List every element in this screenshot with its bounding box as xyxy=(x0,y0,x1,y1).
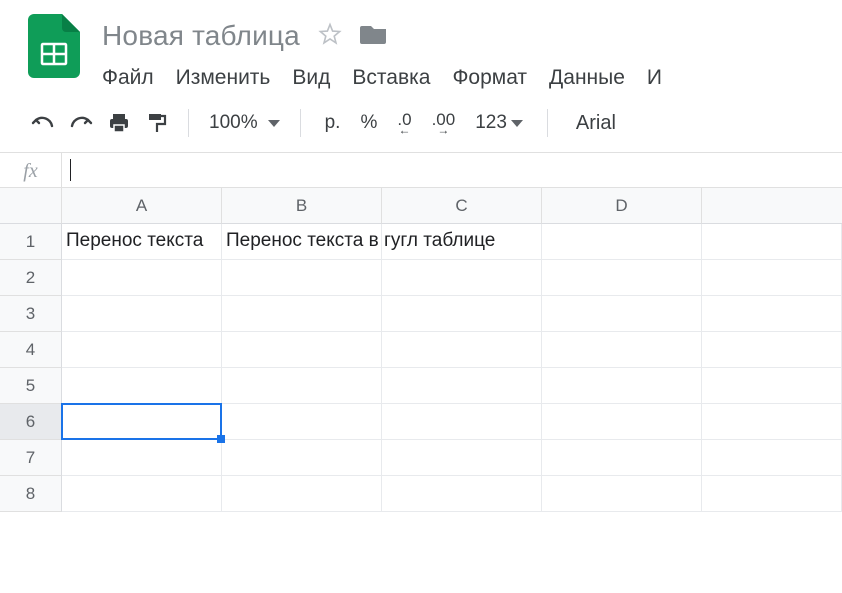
column-header-C[interactable]: C xyxy=(382,188,542,224)
format-percent-button[interactable]: % xyxy=(350,108,387,138)
title-area: Новая таблица Файл Изменить Вид Вставка … xyxy=(102,14,662,90)
cell-A6[interactable] xyxy=(62,404,222,440)
cell-E8[interactable] xyxy=(702,476,842,512)
cell-D5[interactable] xyxy=(542,368,702,404)
chevron-down-icon xyxy=(511,120,523,127)
toolbar: 100% р. % .0← .00→ 123 Arial xyxy=(0,90,842,152)
cell-A2[interactable] xyxy=(62,260,222,296)
formula-input[interactable] xyxy=(62,153,842,187)
cell-E7[interactable] xyxy=(702,440,842,476)
cell-E2[interactable] xyxy=(702,260,842,296)
menu-file[interactable]: Файл xyxy=(102,66,154,90)
folder-icon[interactable] xyxy=(360,22,388,51)
toolbar-separator xyxy=(188,109,189,137)
cell-A8[interactable] xyxy=(62,476,222,512)
undo-button[interactable] xyxy=(26,108,60,138)
row-header-1[interactable]: 1 xyxy=(0,224,62,260)
menu-view[interactable]: Вид xyxy=(292,66,330,90)
cell-E1[interactable] xyxy=(702,224,842,260)
more-formats-button[interactable]: 123 xyxy=(465,108,533,138)
zoom-dropdown[interactable]: 100% xyxy=(203,112,286,134)
cell-B6[interactable] xyxy=(222,404,382,440)
cell-D6[interactable] xyxy=(542,404,702,440)
menu-tools[interactable]: И xyxy=(647,66,662,90)
cell-E4[interactable] xyxy=(702,332,842,368)
cell-A1[interactable]: Перенос текста xyxy=(62,224,222,260)
spreadsheet-grid: A B C D 1 Перенос текста Перенос текста … xyxy=(0,188,842,512)
cell-D1[interactable] xyxy=(542,224,702,260)
cell-A4[interactable] xyxy=(62,332,222,368)
cell-C4[interactable] xyxy=(382,332,542,368)
sheets-logo-icon xyxy=(28,14,80,78)
column-header-E[interactable] xyxy=(702,188,842,224)
menu-data[interactable]: Данные xyxy=(549,66,625,90)
cell-D8[interactable] xyxy=(542,476,702,512)
row-header-8[interactable]: 8 xyxy=(0,476,62,512)
column-header-D[interactable]: D xyxy=(542,188,702,224)
cell-B7[interactable] xyxy=(222,440,382,476)
column-header-B[interactable]: B xyxy=(222,188,382,224)
cell-B1[interactable]: Перенос текста в гугл таблице xyxy=(222,224,382,260)
zoom-value: 100% xyxy=(209,112,258,134)
menu-edit[interactable]: Изменить xyxy=(176,66,271,90)
menu-format[interactable]: Формат xyxy=(452,66,527,90)
paint-format-button[interactable] xyxy=(140,108,174,138)
cell-D7[interactable] xyxy=(542,440,702,476)
cell-B5[interactable] xyxy=(222,368,382,404)
cell-C5[interactable] xyxy=(382,368,542,404)
cell-D4[interactable] xyxy=(542,332,702,368)
cell-A7[interactable] xyxy=(62,440,222,476)
toolbar-separator xyxy=(547,109,548,137)
cell-text: Перенос текста xyxy=(66,230,203,252)
cell-A5[interactable] xyxy=(62,368,222,404)
formula-bar: fx xyxy=(0,152,842,188)
column-header-A[interactable]: A xyxy=(62,188,222,224)
row-header-2[interactable]: 2 xyxy=(0,260,62,296)
select-all-corner[interactable] xyxy=(0,188,62,224)
more-formats-label: 123 xyxy=(475,112,507,134)
chevron-down-icon xyxy=(268,120,280,127)
row-header-5[interactable]: 5 xyxy=(0,368,62,404)
cell-E6[interactable] xyxy=(702,404,842,440)
cell-C3[interactable] xyxy=(382,296,542,332)
font-family-dropdown[interactable]: Arial xyxy=(562,112,630,135)
print-button[interactable] xyxy=(102,108,136,138)
cell-D3[interactable] xyxy=(542,296,702,332)
fx-icon: fx xyxy=(0,153,62,187)
cell-C2[interactable] xyxy=(382,260,542,296)
cell-D2[interactable] xyxy=(542,260,702,296)
cell-text: Перенос текста в гугл таблице xyxy=(226,230,495,252)
row-header-3[interactable]: 3 xyxy=(0,296,62,332)
row-header-7[interactable]: 7 xyxy=(0,440,62,476)
cell-A3[interactable] xyxy=(62,296,222,332)
row-header-4[interactable]: 4 xyxy=(0,332,62,368)
cell-B8[interactable] xyxy=(222,476,382,512)
cell-C7[interactable] xyxy=(382,440,542,476)
cell-E3[interactable] xyxy=(702,296,842,332)
row-header-6[interactable]: 6 xyxy=(0,404,62,440)
toolbar-separator xyxy=(300,109,301,137)
document-title[interactable]: Новая таблица xyxy=(102,20,300,52)
cell-E5[interactable] xyxy=(702,368,842,404)
redo-button[interactable] xyxy=(64,108,98,138)
cell-B3[interactable] xyxy=(222,296,382,332)
app-header: Новая таблица Файл Изменить Вид Вставка … xyxy=(0,0,842,90)
decrease-decimal-button[interactable]: .0← xyxy=(387,108,421,138)
menu-insert[interactable]: Вставка xyxy=(352,66,430,90)
cell-C8[interactable] xyxy=(382,476,542,512)
cell-selection-outline xyxy=(61,403,222,440)
increase-decimal-button[interactable]: .00→ xyxy=(422,108,466,138)
cell-B2[interactable] xyxy=(222,260,382,296)
menu-bar: Файл Изменить Вид Вставка Формат Данные … xyxy=(102,66,662,90)
cell-B4[interactable] xyxy=(222,332,382,368)
star-icon[interactable] xyxy=(318,22,342,51)
format-currency-button[interactable]: р. xyxy=(315,108,351,138)
cell-C6[interactable] xyxy=(382,404,542,440)
